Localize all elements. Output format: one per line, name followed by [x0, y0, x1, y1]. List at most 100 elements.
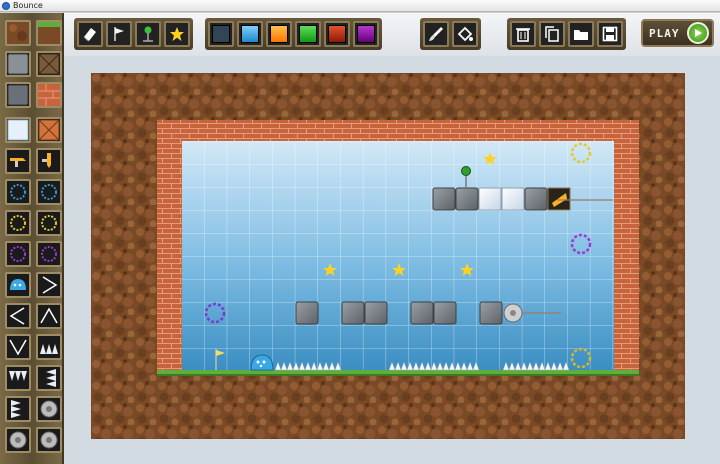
level-canvas[interactable] — [91, 73, 685, 439]
arrow-left-tile-button[interactable] — [5, 303, 31, 329]
paint-group — [420, 18, 481, 50]
color-swatch — [212, 25, 230, 43]
saw-2-tile-button[interactable] — [5, 427, 31, 453]
player-icon — [10, 279, 26, 290]
checkpoint-icon[interactable] — [135, 21, 161, 47]
saw-3-tile-button[interactable] — [36, 427, 62, 453]
color-swatch-dark-button[interactable] — [208, 21, 234, 47]
save-icon[interactable] — [597, 21, 623, 47]
portal-purple-tile-button[interactable] — [5, 241, 31, 267]
arrow-down-tile-button[interactable] — [5, 334, 31, 360]
stone-block — [479, 301, 503, 325]
color-swatch — [328, 25, 346, 43]
stone-block — [410, 301, 434, 325]
brush-icon[interactable] — [423, 21, 449, 47]
grass-tile-button[interactable] — [36, 20, 62, 46]
stone-block — [432, 187, 456, 211]
ice-block — [501, 187, 525, 211]
arrow-up-tile-button[interactable] — [36, 303, 62, 329]
portal-yellow-2-tile-button[interactable] — [36, 210, 62, 236]
spikes-left-icon — [46, 369, 56, 387]
copy-icon[interactable] — [539, 21, 565, 47]
crate-tile-button[interactable] — [36, 51, 62, 77]
saw-2-icon — [9, 431, 27, 449]
play-button[interactable]: PLAY — [641, 19, 714, 47]
stone-block — [455, 187, 479, 211]
color-swatch-orange-button[interactable] — [266, 21, 292, 47]
cannon-left-tile-button[interactable] — [5, 148, 31, 174]
cannon-down-icon — [42, 153, 51, 168]
stone-dark-tile-button[interactable] — [5, 82, 31, 108]
portal-blue-tile-button[interactable] — [5, 179, 31, 205]
play-label: PLAY — [649, 26, 680, 40]
stone-tile-button[interactable] — [5, 51, 31, 77]
spikes-down-icon — [9, 371, 27, 381]
orange-crate-tile-button[interactable] — [36, 117, 62, 143]
color-swatch — [299, 25, 317, 43]
color-swatch-red-button[interactable] — [324, 21, 350, 47]
stone-block — [364, 301, 388, 325]
portal-purple-2-icon — [41, 246, 57, 262]
star-icon[interactable] — [164, 21, 190, 47]
portal-purple-2-tile-button[interactable] — [36, 241, 62, 267]
portal-yellow-icon — [10, 215, 26, 231]
spikes-up-icon — [40, 344, 58, 354]
portal-yellow-tile-button[interactable] — [5, 210, 31, 236]
saw-tile-button[interactable] — [36, 396, 62, 422]
stone-icon — [7, 53, 29, 75]
flag-icon[interactable] — [106, 21, 132, 47]
file-group — [507, 18, 626, 50]
stone-block — [524, 187, 548, 211]
player-tile-button[interactable] — [5, 272, 31, 298]
dirt-tile-button[interactable] — [5, 20, 31, 46]
spikes-left-tile-button[interactable] — [36, 365, 62, 391]
crate-icon — [38, 53, 60, 75]
spikes-up-tile-button[interactable] — [36, 334, 62, 360]
stone-block — [341, 301, 365, 325]
portal-blue-icon — [10, 184, 26, 200]
arrow-left-icon — [9, 307, 25, 325]
portal-blue-2-tile-button[interactable] — [36, 179, 62, 205]
tile-palette — [0, 13, 64, 464]
color-swatch — [241, 25, 259, 43]
folder-icon[interactable] — [568, 21, 594, 47]
delete-icon[interactable] — [510, 21, 536, 47]
spikes-right-tile-button[interactable] — [5, 396, 31, 422]
grass-shadow — [157, 374, 639, 376]
stone-block — [295, 301, 319, 325]
toolbar — [64, 13, 720, 56]
ice-block — [478, 187, 502, 211]
title-bar: Bounce — [0, 0, 720, 12]
spikes-down-tile-button[interactable] — [5, 365, 31, 391]
spikes-right-icon — [11, 400, 21, 418]
ice-icon — [7, 119, 29, 141]
fill-icon[interactable] — [452, 21, 478, 47]
arrow-down-icon — [9, 339, 27, 356]
stone-dark-icon — [7, 84, 29, 106]
window-title: Bounce — [13, 1, 43, 10]
cannon-down-tile-button[interactable] — [36, 148, 62, 174]
arrow-right-tile-button[interactable] — [36, 272, 62, 298]
portal-purple-icon — [10, 246, 26, 262]
orange-crate-icon — [38, 119, 60, 141]
color-swatch-green-button[interactable] — [295, 21, 321, 47]
portal-yellow-2-icon — [41, 215, 57, 231]
cannon-left-icon — [10, 158, 26, 167]
grass-icon — [38, 22, 60, 44]
grass-floor — [157, 370, 639, 374]
saw-3-icon — [40, 431, 58, 449]
portal-blue-2-icon — [41, 184, 57, 200]
color-swatch-purple-button[interactable] — [353, 21, 379, 47]
eraser-icon[interactable] — [77, 21, 103, 47]
brick-icon — [38, 84, 60, 106]
color-swatch — [357, 25, 375, 43]
color-swatch — [270, 25, 288, 43]
editor-grid — [182, 141, 614, 371]
play-icon — [687, 22, 709, 44]
color-swatch-blue-button[interactable] — [237, 21, 263, 47]
ice-tile-button[interactable] — [5, 117, 31, 143]
dirt-icon — [7, 22, 29, 44]
arrow-right-icon — [42, 276, 58, 294]
level-canvas-area[interactable] — [64, 56, 720, 464]
brick-tile-button[interactable] — [36, 82, 62, 108]
